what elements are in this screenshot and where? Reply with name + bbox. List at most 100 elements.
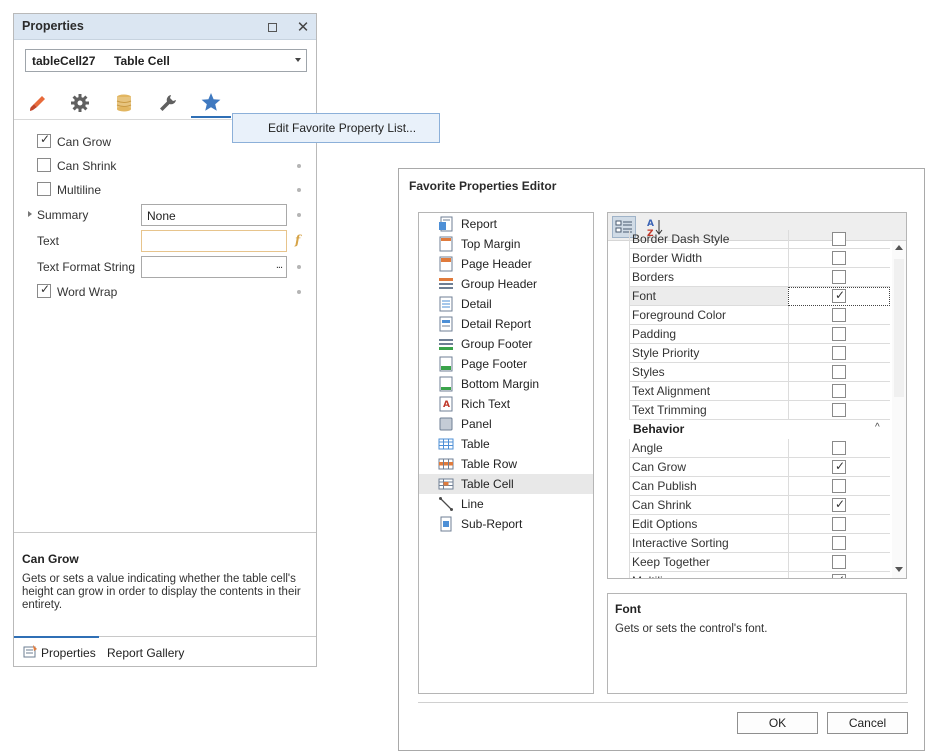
favorite-checkbox[interactable] [832, 308, 846, 322]
favorite-checkbox[interactable]: ✓ [832, 459, 846, 474]
list-item-top-margin[interactable]: Top Margin [419, 234, 593, 254]
prop-label: Can Shrink [57, 159, 117, 173]
tab-report-gallery[interactable]: Report Gallery [107, 646, 184, 660]
list-item-sub-report[interactable]: Sub-Report [419, 514, 593, 534]
scroll-down-icon[interactable] [895, 567, 903, 572]
prop-multiline[interactable]: Multiline [14, 178, 316, 202]
grid-property-row[interactable]: Text Alignment [608, 382, 892, 401]
list-item-table-row[interactable]: Table Row [419, 454, 593, 474]
grid-property-row[interactable]: Interactive Sorting [608, 534, 892, 553]
grid-property-row[interactable]: Multiline ✓ [608, 572, 892, 578]
ok-button[interactable]: OK [737, 712, 818, 734]
checkbox[interactable] [37, 158, 51, 172]
scroll-thumb[interactable] [894, 259, 904, 397]
favorite-checkbox[interactable]: ✓ [832, 497, 846, 512]
check-icon: ✓ [835, 459, 846, 473]
grid-property-row[interactable]: Foreground Color [608, 306, 892, 325]
cancel-button[interactable]: Cancel [827, 712, 908, 734]
list-item-report[interactable]: Report [419, 214, 593, 234]
favorite-checkbox[interactable] [832, 232, 846, 246]
list-item-detail[interactable]: Detail [419, 294, 593, 314]
expand-arrow-icon[interactable] [28, 211, 32, 217]
grid-property-row[interactable]: Can Grow ✓ [608, 458, 892, 477]
scroll-up-icon[interactable] [895, 245, 903, 250]
list-item-rich-text[interactable]: A Rich Text [419, 394, 593, 414]
menu-item-edit-favorite-property-list[interactable]: Edit Favorite Property List... [268, 121, 416, 135]
grid-property-row[interactable]: Borders [608, 268, 892, 287]
list-item-table-cell[interactable]: Table Cell [419, 474, 593, 494]
prop-text[interactable]: Text f [14, 229, 316, 253]
grid-property-name: Edit Options [632, 517, 698, 531]
list-item-table[interactable]: Table [419, 434, 593, 454]
prop-can-shrink[interactable]: Can Shrink [14, 154, 316, 178]
list-item-page-footer[interactable]: Page Footer [419, 354, 593, 374]
checkbox[interactable]: ✓ [37, 132, 51, 148]
description-text: Gets or sets a value indicating whether … [22, 573, 301, 611]
ellipsis-button[interactable]: ... [276, 259, 283, 271]
favorite-checkbox[interactable] [832, 251, 846, 265]
grid-property-row[interactable]: Keep Together [608, 553, 892, 572]
table-cell-icon [438, 478, 454, 490]
text-field[interactable] [141, 230, 287, 252]
check-icon: ✓ [835, 288, 846, 302]
favorite-checkbox[interactable] [832, 441, 846, 455]
star-icon[interactable] [191, 88, 231, 118]
grid-category-behavior[interactable]: Behavior ^ [608, 420, 892, 439]
list-item-page-header[interactable]: Page Header [419, 254, 593, 274]
object-selector[interactable]: tableCell27 Table Cell [25, 49, 307, 72]
tab-properties[interactable]: Properties [41, 646, 96, 660]
check-icon: ✓ [40, 282, 51, 296]
restore-window-icon[interactable] [263, 18, 281, 36]
list-item-panel[interactable]: Panel [419, 414, 593, 434]
grid-property-row[interactable]: Border Dash Style [608, 230, 892, 249]
database-icon[interactable] [104, 88, 144, 118]
favorite-checkbox[interactable] [832, 479, 846, 493]
grid-property-row[interactable]: Styles [608, 363, 892, 382]
list-item-label: Group Header [461, 277, 538, 291]
favorite-checkbox[interactable] [832, 346, 846, 360]
chevron-up-icon[interactable]: ^ [875, 422, 880, 433]
dot-icon [297, 213, 301, 217]
prop-text-format-string[interactable]: Text Format String ... [14, 255, 316, 279]
favorite-checkbox[interactable] [832, 384, 846, 398]
grid-property-row[interactable]: Padding [608, 325, 892, 344]
favorite-checkbox[interactable] [832, 555, 846, 569]
chevron-down-icon[interactable] [295, 58, 301, 62]
dot-icon [297, 265, 301, 269]
grid-property-row[interactable]: Edit Options [608, 515, 892, 534]
grid-property-row[interactable]: Style Priority [608, 344, 892, 363]
expression-icon[interactable]: f [295, 233, 300, 247]
list-item-line[interactable]: Line [419, 494, 593, 514]
summary-field[interactable]: None [141, 204, 287, 226]
list-item-detail-report[interactable]: Detail Report [419, 314, 593, 334]
favorite-checkbox[interactable] [832, 270, 846, 284]
favorite-checkbox[interactable] [832, 327, 846, 341]
list-item-group-footer[interactable]: Group Footer [419, 334, 593, 354]
prop-word-wrap[interactable]: ✓ Word Wrap [14, 280, 316, 304]
wrench-icon[interactable] [148, 88, 188, 118]
brush-icon[interactable] [18, 88, 58, 118]
close-icon[interactable]: ✕ [294, 18, 312, 36]
checkbox[interactable] [37, 182, 51, 196]
gear-icon[interactable] [60, 88, 100, 118]
page-footer-icon [439, 356, 453, 372]
favorite-checkbox[interactable] [832, 403, 846, 417]
favorite-checkbox[interactable]: ✓ [832, 288, 846, 303]
vertical-scrollbar[interactable] [892, 241, 906, 578]
favorite-checkbox[interactable] [832, 365, 846, 379]
favorite-checkbox[interactable] [832, 536, 846, 550]
checkbox[interactable]: ✓ [37, 282, 51, 298]
list-item-bottom-margin[interactable]: Bottom Margin [419, 374, 593, 394]
grid-property-row[interactable]: Text Trimming [608, 401, 892, 420]
grid-property-row[interactable]: Border Width [608, 249, 892, 268]
grid-property-row[interactable]: Angle [608, 439, 892, 458]
list-item-group-header[interactable]: Group Header [419, 274, 593, 294]
list-item-label: Detail [461, 297, 492, 311]
grid-property-row[interactable]: Can Publish [608, 477, 892, 496]
prop-summary[interactable]: Summary None [14, 203, 316, 227]
favorite-checkbox[interactable]: ✓ [832, 573, 846, 578]
favorite-checkbox[interactable] [832, 517, 846, 531]
text-format-field[interactable]: ... [141, 256, 287, 278]
grid-property-row[interactable]: Font ✓ [608, 287, 892, 306]
grid-property-row[interactable]: Can Shrink ✓ [608, 496, 892, 515]
